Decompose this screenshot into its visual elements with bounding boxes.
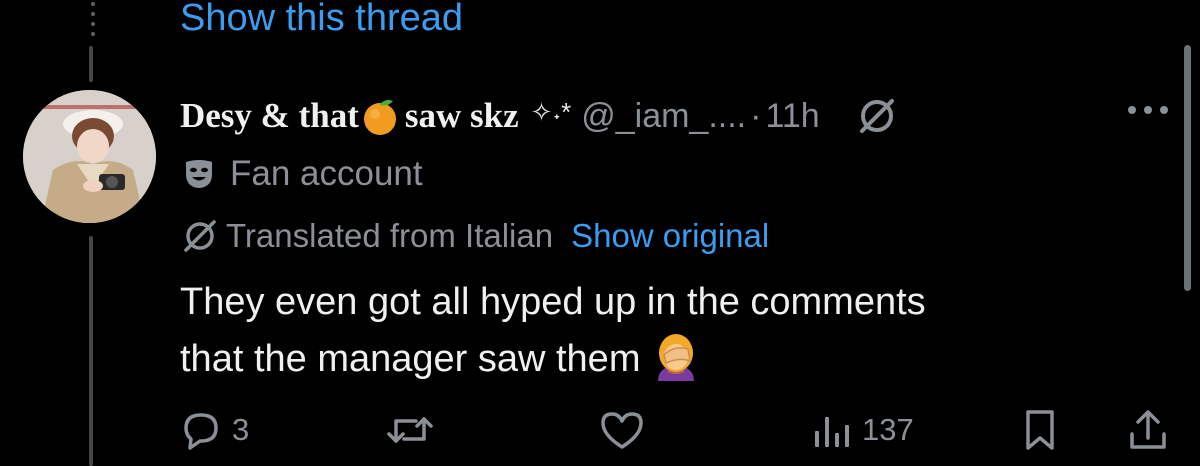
show-thread-link[interactable]: Show this thread — [180, 0, 463, 40]
reply-button[interactable]: 3 — [180, 408, 249, 452]
views-count: 137 — [862, 412, 914, 447]
affiliation-label: Fan account — [230, 154, 423, 193]
name-sparkle: ✧˖* — [530, 96, 572, 127]
share-button[interactable] — [1126, 408, 1170, 452]
theater-mask-icon — [186, 160, 212, 188]
tweet-text-line: that the manager saw them — [180, 338, 641, 380]
translation-row: Translated from Italian Show original — [180, 214, 769, 258]
retweet-icon — [387, 417, 433, 443]
share-icon — [1130, 410, 1166, 449]
orange-emoji-icon — [363, 100, 396, 135]
reply-count: 3 — [232, 412, 250, 447]
scrollbar[interactable] — [1184, 45, 1191, 291]
translated-label: Translated from Italian — [226, 217, 554, 254]
translate-icon — [859, 99, 894, 133]
thread-dots-icon — [84, 0, 102, 44]
thread-line — [89, 46, 93, 82]
timestamp[interactable]: 11h — [765, 97, 819, 136]
views-icon — [815, 417, 849, 447]
thread-line — [89, 236, 93, 466]
tweet-text: They even got all hyped up in the commen… — [180, 274, 1140, 388]
avatar-image — [23, 90, 156, 223]
translate-icon — [184, 220, 216, 252]
tweet-header: Desy & that saw skz ✧˖* @_iam_.... · 11h — [180, 92, 898, 140]
tweet-text-line: They even got all hyped up in the commen… — [180, 281, 926, 323]
more-icon[interactable] — [1126, 98, 1170, 122]
bookmark-button[interactable] — [1020, 408, 1060, 452]
like-button[interactable] — [599, 408, 655, 452]
show-original-link[interactable]: Show original — [571, 217, 769, 255]
display-name-suffix[interactable]: saw skz — [405, 96, 519, 136]
retweet-button[interactable] — [384, 408, 446, 452]
like-icon — [601, 412, 643, 449]
bookmark-icon — [1026, 410, 1054, 450]
avatar[interactable] — [23, 90, 156, 223]
face-palm-emoji-icon — [658, 333, 695, 381]
handle[interactable]: @_iam_.... — [581, 97, 746, 136]
separator-dot: · — [750, 96, 762, 135]
display-name[interactable]: Desy & that — [180, 96, 359, 136]
views-button[interactable]: 137 — [812, 408, 914, 452]
reply-icon — [184, 413, 218, 450]
affiliation-row: Fan account — [182, 152, 423, 196]
